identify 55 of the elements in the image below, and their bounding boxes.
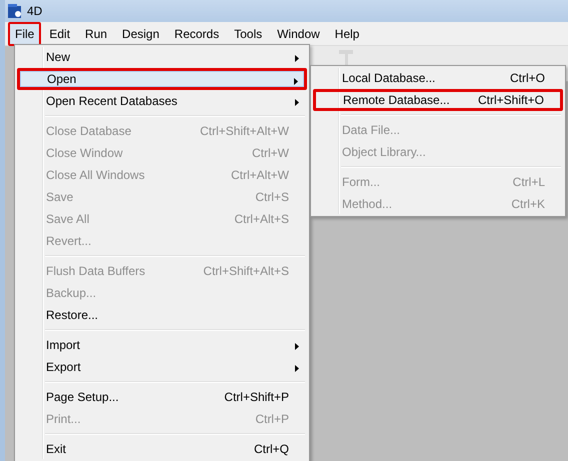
- shortcut-label: Ctrl+O: [510, 71, 545, 85]
- menu-item[interactable]: Export: [17, 356, 307, 378]
- shortcut-label: Ctrl+Shift+Alt+S: [203, 264, 289, 278]
- item-label: Save All: [46, 212, 90, 226]
- menu-title[interactable]: Window: [270, 22, 327, 46]
- item-label: Open Recent Databases: [46, 94, 178, 108]
- menu-item[interactable]: Page Setup... Ctrl+Shift+P: [17, 386, 307, 408]
- menu-item[interactable]: Remote Database... Ctrl+Shift+O: [313, 89, 563, 111]
- menu-title[interactable]: File: [8, 22, 42, 46]
- item-label: Open: [47, 72, 76, 86]
- menu-item[interactable]: Local Database... Ctrl+O: [313, 67, 563, 89]
- menu-title[interactable]: Tools: [227, 22, 270, 46]
- shortcut-label: Ctrl+Alt+W: [230, 168, 289, 182]
- shortcut-label: Ctrl+P: [255, 412, 289, 426]
- item-label: Flush Data Buffers: [46, 264, 146, 278]
- shortcut-label: Ctrl+Shift+P: [224, 390, 289, 404]
- item-label: Close All Windows: [46, 168, 145, 182]
- shortcut-label: Ctrl+K: [511, 197, 545, 211]
- shortcut-label: Ctrl+Q: [254, 442, 289, 456]
- menu-title[interactable]: Records: [167, 22, 226, 46]
- menu-item[interactable]: Open: [17, 68, 307, 90]
- item-label: Local Database...: [342, 71, 436, 85]
- shortcut-label: Ctrl+W: [252, 146, 289, 160]
- menu-item[interactable]: Restore...: [17, 304, 307, 326]
- item-label: Backup...: [46, 286, 96, 300]
- shortcut-label: Ctrl+S: [255, 190, 289, 204]
- item-label: Remote Database...: [343, 93, 450, 107]
- menu-title[interactable]: Run: [78, 22, 114, 46]
- menu-title[interactable]: Design: [115, 22, 166, 46]
- shortcut-label: Ctrl+Alt+S: [234, 212, 289, 226]
- item-label: Form...: [342, 175, 380, 189]
- item-label: Object Library...: [342, 145, 426, 159]
- menu-item[interactable]: Exit Ctrl+Q: [17, 438, 307, 460]
- shortcut-label: Ctrl+L: [512, 175, 545, 189]
- window-title: 4D: [27, 4, 42, 18]
- shortcut-label: Ctrl+Shift+Alt+W: [200, 124, 289, 138]
- item-label: Page Setup...: [46, 390, 119, 404]
- item-label: Revert...: [46, 234, 92, 248]
- item-label: Export: [46, 360, 81, 374]
- item-label: Save: [46, 190, 74, 204]
- item-label: Method...: [342, 197, 392, 211]
- menu-item[interactable]: New: [17, 46, 307, 68]
- item-label: Import: [46, 338, 80, 352]
- item-label: Close Database: [46, 124, 132, 138]
- item-label: Close Window: [46, 146, 123, 160]
- menu-title[interactable]: Help: [328, 22, 366, 46]
- item-label: New: [46, 50, 70, 64]
- menu-item[interactable]: Import: [17, 334, 307, 356]
- item-label: Exit: [46, 442, 66, 456]
- item-label: Data File...: [342, 123, 400, 137]
- menu-item[interactable]: Open Recent Databases: [17, 90, 307, 112]
- item-label: Restore...: [46, 308, 98, 322]
- shortcut-label: Ctrl+Shift+O: [478, 93, 544, 107]
- menu-title[interactable]: Edit: [42, 22, 78, 46]
- item-label: Print...: [46, 412, 81, 426]
